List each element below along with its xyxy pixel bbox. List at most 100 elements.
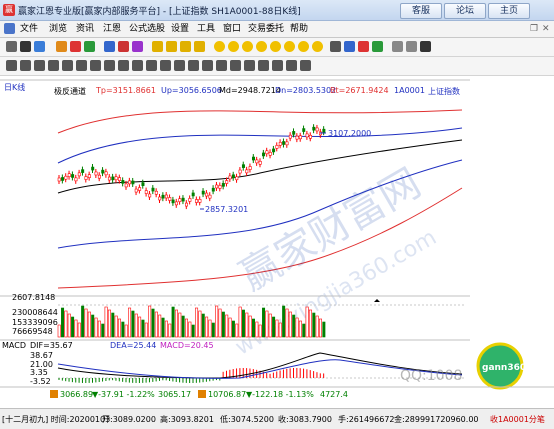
gann-diamond-6-icon[interactable] <box>284 41 295 52</box>
tools-icon[interactable] <box>132 41 143 52</box>
volume-tick-2: 153339096 <box>12 318 58 327</box>
volume-bar <box>154 311 158 338</box>
search-icon[interactable] <box>56 41 67 52</box>
customer-service-button[interactable]: 客服 <box>400 3 442 19</box>
menu-window[interactable]: 窗口 <box>223 23 241 35</box>
prev-icon[interactable] <box>166 41 177 52</box>
next-icon[interactable] <box>180 41 191 52</box>
tick-label[interactable]: 收1A0001分笔 <box>490 414 545 425</box>
down-arrow-icon[interactable] <box>372 41 383 52</box>
plus-icon[interactable] <box>84 41 95 52</box>
menu-settings[interactable]: 设置 <box>171 23 189 35</box>
grid-icon[interactable] <box>6 41 17 52</box>
menu-tools[interactable]: 工具 <box>197 23 215 35</box>
window-close-icon[interactable]: ✕ <box>542 23 550 35</box>
gann-diamond-8-icon[interactable] <box>312 41 323 52</box>
menu-help[interactable]: 帮助 <box>290 23 308 35</box>
volume-bar <box>111 312 115 338</box>
chart-area[interactable]: 赢家财富网 www.yingjia360.com 3107.2000 2857.… <box>0 78 554 408</box>
candle-body <box>81 169 85 173</box>
draw-hexagon-icon[interactable] <box>272 60 283 71</box>
draw-gann-icon[interactable] <box>132 60 143 71</box>
draw-fib-icon[interactable] <box>118 60 129 71</box>
volume-bar <box>107 309 111 338</box>
volume-bar <box>225 314 229 338</box>
up-arrow-icon[interactable] <box>358 41 369 52</box>
minus-icon[interactable] <box>70 41 81 52</box>
candle-body <box>198 199 202 203</box>
pause-icon[interactable] <box>20 41 31 52</box>
cursor-icon[interactable] <box>330 41 341 52</box>
volume-triangle-icon <box>374 299 380 302</box>
draw-star-icon[interactable] <box>286 60 297 71</box>
draw-angle-icon[interactable] <box>174 60 185 71</box>
macd-value-label: MACD=20.45 <box>160 341 214 350</box>
menu-gann[interactable]: 江恩 <box>103 23 121 35</box>
draw-rect-icon[interactable] <box>104 60 115 71</box>
gann-diamond-1-icon[interactable] <box>214 41 225 52</box>
draw-ray-icon[interactable] <box>20 60 31 71</box>
square-icon[interactable] <box>392 41 403 52</box>
draw-cycle-icon[interactable] <box>160 60 171 71</box>
qq-watermark: QQ:1008 <box>400 368 462 384</box>
chart-type-icon[interactable] <box>34 41 45 52</box>
candle-body <box>148 193 152 198</box>
menu-browse[interactable]: 浏览 <box>49 23 67 35</box>
volume-bar <box>272 316 276 338</box>
draw-square-icon[interactable] <box>244 60 255 71</box>
volume-bar <box>218 308 222 338</box>
home-button[interactable]: 主页 <box>488 3 530 19</box>
volume-bar <box>228 317 232 338</box>
volume-bar <box>255 321 259 338</box>
volume-bar <box>97 320 101 338</box>
candle-body <box>104 171 108 176</box>
text-icon[interactable] <box>406 41 417 52</box>
draw-channel-icon[interactable] <box>34 60 45 71</box>
status-high: 高:3093.8201 <box>160 415 214 424</box>
draw-pentagon-icon[interactable] <box>258 60 269 71</box>
status-close: 收:3083.7900 <box>278 415 332 424</box>
first-icon[interactable] <box>152 41 163 52</box>
volume-bar <box>81 305 85 338</box>
kline-chart[interactable]: 赢家财富网 www.yingjia360.com 3107.2000 2857.… <box>0 78 554 408</box>
draw-price-icon[interactable] <box>216 60 227 71</box>
draw-arc-icon[interactable] <box>76 60 87 71</box>
window-restore-icon[interactable]: ❐ <box>530 23 538 35</box>
gann-diamond-2-icon[interactable] <box>228 41 239 52</box>
last-icon[interactable] <box>194 41 205 52</box>
volume-bar <box>128 307 132 338</box>
candle-body <box>252 156 256 161</box>
draw-fan-icon[interactable] <box>62 60 73 71</box>
draw-arrow-icon[interactable] <box>202 60 213 71</box>
gann-diamond-7-icon[interactable] <box>298 41 309 52</box>
draw-delete-icon[interactable] <box>300 60 311 71</box>
candle-body <box>298 135 302 140</box>
draw-parallel-icon[interactable] <box>48 60 59 71</box>
gann-diamond-3-icon[interactable] <box>242 41 253 52</box>
menu-file[interactable]: 文件 <box>20 23 38 35</box>
line-icon[interactable] <box>420 41 431 52</box>
candle-body <box>205 192 209 197</box>
volume-bar <box>262 307 266 338</box>
dif-label: DIF=35.67 <box>30 341 73 350</box>
menu-trade[interactable]: 交易委托 <box>248 23 284 35</box>
draw-text-icon[interactable] <box>146 60 157 71</box>
flag-icon[interactable] <box>118 41 129 52</box>
menu-info[interactable]: 资讯 <box>76 23 94 35</box>
gann-diamond-4-icon[interactable] <box>256 41 267 52</box>
gann-logo-text: gann360 <box>482 363 526 373</box>
gann-diamond-5-icon[interactable] <box>270 41 281 52</box>
menu-formula-select[interactable]: 公式选股 <box>129 23 165 35</box>
menu-app-icon[interactable] <box>4 23 15 34</box>
window-icon[interactable] <box>104 41 115 52</box>
chart-icon[interactable] <box>344 41 355 52</box>
draw-box-icon[interactable] <box>188 60 199 71</box>
dn-line-value: Dn=2803.5302 <box>275 86 337 95</box>
draw-wave-icon[interactable] <box>230 60 241 71</box>
volume-bar <box>201 313 205 338</box>
title-bar: 赢 赢家江恩专业版[赢家内部服务平台] - [上证指数 SH1A0001-88日… <box>0 0 554 21</box>
draw-line-icon[interactable] <box>6 60 17 71</box>
draw-circle-icon[interactable] <box>90 60 101 71</box>
forum-button[interactable]: 论坛 <box>444 3 486 19</box>
indicator-name: 极反通道 <box>54 87 86 96</box>
